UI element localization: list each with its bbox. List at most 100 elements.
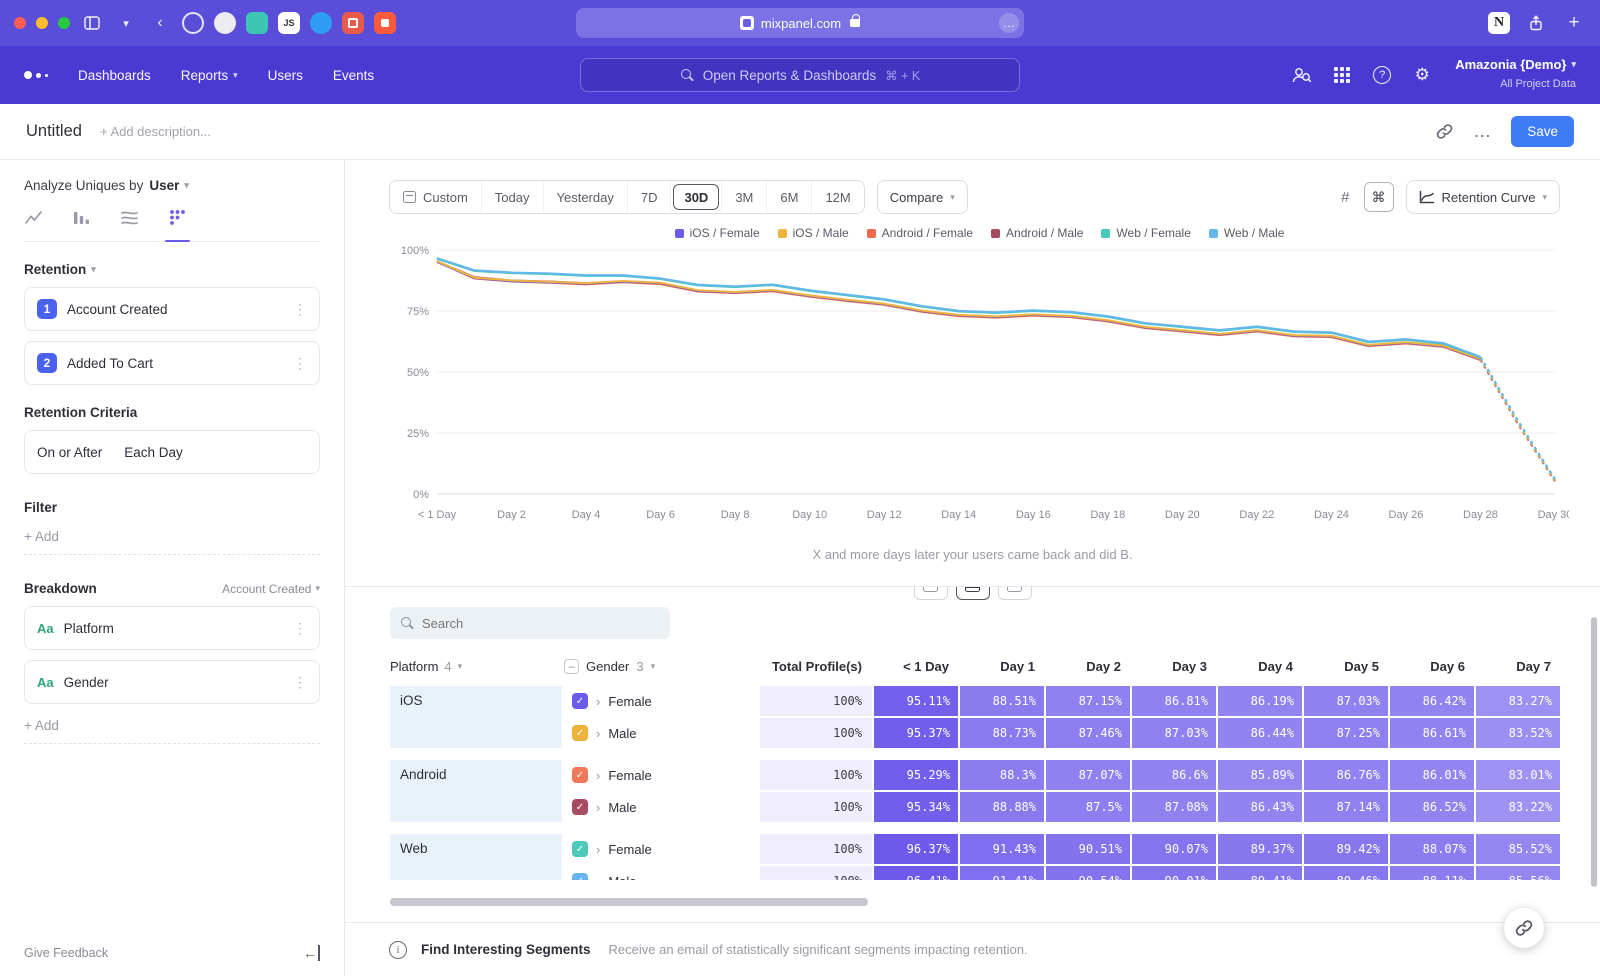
back-icon[interactable]: ‹ [148,11,172,35]
kebab-menu-icon[interactable]: ⋮ [293,674,307,691]
report-title[interactable]: Untitled [26,122,82,141]
save-button[interactable]: Save [1511,116,1574,147]
copy-link-icon[interactable] [1436,123,1453,140]
extension-js-icon[interactable]: JS [278,12,300,34]
expand-row-icon[interactable]: › [596,726,600,741]
legend-swatch [991,229,1000,238]
legend-item[interactable]: iOS / Female [675,226,760,240]
range-yesterday[interactable]: Yesterday [543,181,627,213]
series-checkbox[interactable]: ✓ [572,693,588,709]
breakdown-platform[interactable]: Aa Platform ⋮ [24,606,320,650]
tab-retention[interactable] [169,209,186,241]
find-segments-link[interactable]: Find Interesting Segments [421,942,591,957]
extension-clock-icon[interactable] [182,12,204,34]
add-filter-button[interactable]: + Add [24,529,320,555]
series-checkbox[interactable]: ✓ [572,767,588,783]
chart-type-dropdown[interactable]: Retention Curve ▾ [1406,180,1560,214]
maximize-window-button[interactable] [58,17,70,29]
series-checkbox[interactable]: ✓ [572,841,588,857]
notion-extension-icon[interactable]: N [1488,12,1510,34]
criteria-interval-dropdown[interactable]: Each Day [124,445,183,460]
vertical-scrollbar[interactable] [1591,617,1597,887]
expand-row-icon[interactable]: › [596,800,600,815]
browser-sidebar-toggle-icon[interactable] [80,11,104,35]
legend-item[interactable]: iOS / Male [778,226,849,240]
legend-item[interactable]: Android / Female [867,226,973,240]
nav-users[interactable]: Users [268,68,303,83]
breakdown-target-dropdown[interactable]: Account Created▾ [222,582,320,596]
address-bar[interactable]: mixpanel.com … [576,8,1024,38]
nav-dashboards[interactable]: Dashboards [78,68,151,83]
series-checkbox[interactable]: ✓ [572,725,588,741]
platform-column-header[interactable]: Platform 4 ▾ [390,659,564,674]
series-checkbox[interactable]: ✓ [572,799,588,815]
give-feedback-link[interactable]: Give Feedback [24,946,108,960]
add-breakdown-button[interactable]: + Add [24,718,320,744]
analyze-by-dropdown[interactable]: User▾ [149,178,189,193]
user-lookup-icon[interactable] [1291,64,1313,86]
compare-button[interactable]: Compare▾ [877,180,968,214]
extension-blue-icon[interactable] [310,12,332,34]
mixpanel-logo[interactable] [24,71,48,79]
expand-row-icon[interactable]: › [596,694,600,709]
kebab-menu-icon[interactable]: ⋮ [293,355,307,372]
retention-step-1[interactable]: 1 Account Created ⋮ [24,287,320,331]
collapse-sidebar-icon[interactable]: ← [303,945,320,961]
gender-column-header[interactable]: – Gender 3 ▾ [564,659,760,674]
expand-row-icon[interactable]: › [596,842,600,857]
range-30d[interactable]: 30D [670,181,721,213]
tab-funnels[interactable] [73,209,90,241]
retention-section-label[interactable]: Retention▾ [24,262,320,277]
main-nav: Dashboards Reports▾ Users Events [78,68,374,83]
range-3m[interactable]: 3M [721,181,766,213]
range-12m[interactable]: 12M [811,181,863,213]
legend-item[interactable]: Web / Male [1209,226,1284,240]
svg-text:Day 10: Day 10 [792,509,827,521]
table-search-input[interactable] [422,616,642,631]
kebab-menu-icon[interactable]: ⋮ [293,620,307,637]
range-custom[interactable]: Custom [390,181,481,213]
retention-step-2[interactable]: 2 Added To Cart ⋮ [24,341,320,385]
share-icon[interactable] [1524,11,1548,35]
tab-flows[interactable] [120,209,139,241]
view-table-only-button[interactable] [998,586,1032,600]
extension-red-icon[interactable] [374,12,396,34]
annotations-icon[interactable]: # [1337,185,1353,210]
project-switcher[interactable]: Amazonia {Demo}▾ All Project Data [1455,57,1576,93]
criteria-mode-dropdown[interactable]: On or After [37,445,102,460]
extension-cube-icon[interactable] [246,12,268,34]
expand-row-icon[interactable]: › [596,874,600,881]
settings-gear-icon[interactable]: ⚙ [1411,64,1433,86]
tab-insights[interactable] [24,209,43,241]
nav-events[interactable]: Events [333,68,374,83]
nav-reports[interactable]: Reports▾ [181,68,238,83]
help-icon[interactable]: ? [1371,64,1393,86]
expand-row-icon[interactable]: › [596,768,600,783]
legend-item[interactable]: Android / Male [991,226,1083,240]
view-split-button[interactable] [956,586,990,600]
breakdown-gender[interactable]: Aa Gender ⋮ [24,660,320,704]
apps-grid-icon[interactable] [1331,64,1353,86]
range-6m[interactable]: 6M [766,181,811,213]
kebab-menu-icon[interactable]: ⋮ [293,301,307,318]
minimize-window-button[interactable] [36,17,48,29]
select-all-checkbox[interactable]: – [564,659,579,674]
extension-gray-icon[interactable] [214,12,236,34]
tab-chevron-icon[interactable]: ▾ [114,11,138,35]
extension-logo-icon[interactable] [342,12,364,34]
add-description[interactable]: + Add description... [100,124,211,139]
new-tab-icon[interactable]: + [1562,11,1586,35]
horizontal-scrollbar[interactable] [390,898,1430,906]
range-today[interactable]: Today [481,181,543,213]
range-7d[interactable]: 7D [627,181,671,213]
table-search[interactable] [390,607,670,639]
address-bar-more-icon[interactable]: … [999,13,1019,33]
share-report-floating-button[interactable] [1504,908,1544,948]
close-window-button[interactable] [14,17,26,29]
global-search[interactable]: Open Reports & Dashboards ⌘ + K [580,58,1020,92]
legend-item[interactable]: Web / Female [1101,226,1190,240]
view-chart-only-button[interactable] [914,586,948,600]
more-options-icon[interactable]: … [1473,121,1491,142]
keyboard-shortcuts-icon[interactable]: ⌘ [1364,182,1394,212]
series-checkbox[interactable]: ✓ [572,873,588,880]
